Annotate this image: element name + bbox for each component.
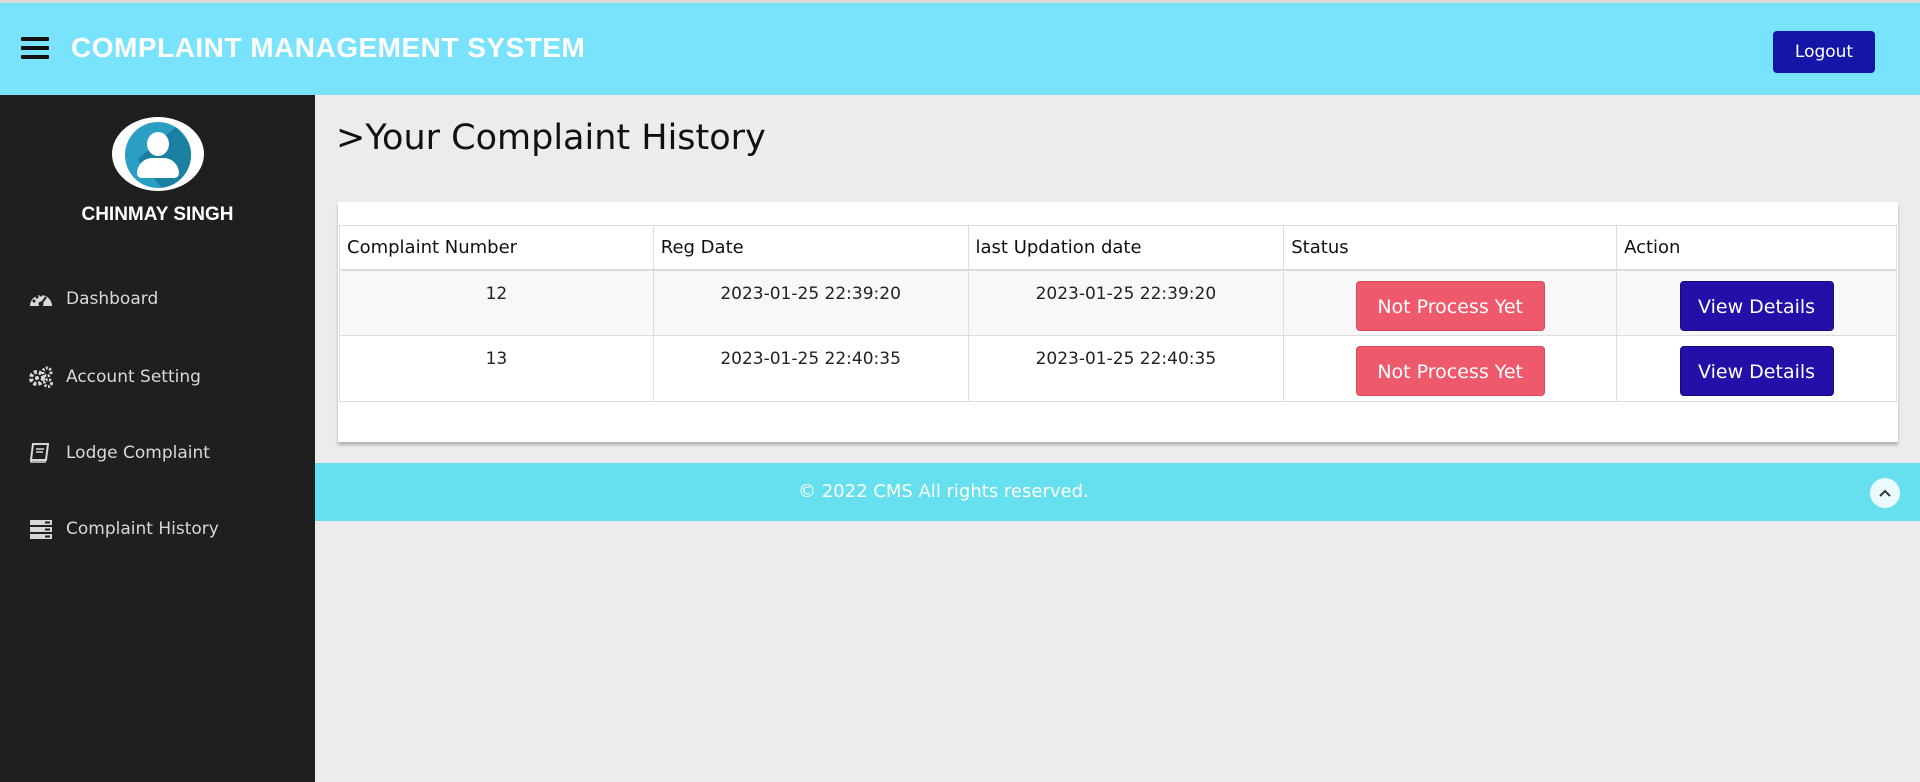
complaint-history-card: Complaint Number Reg Date last Updation … bbox=[338, 202, 1898, 442]
column-header-reg-date: Reg Date bbox=[652, 225, 969, 271]
updation-date-cell: 2023-01-25 22:39:20 bbox=[967, 269, 1285, 336]
book-icon bbox=[28, 442, 54, 464]
status-cell: Not Process Yet bbox=[1283, 335, 1618, 402]
dashboard-icon bbox=[28, 288, 54, 310]
title-chevron: > bbox=[336, 118, 366, 158]
page-title-text: Your Complaint History bbox=[365, 118, 766, 158]
action-cell: View Details bbox=[1616, 335, 1897, 402]
sidebar-item-complaint-history[interactable]: Complaint History bbox=[28, 514, 219, 544]
user-name: CHINMAY SINGH bbox=[81, 204, 234, 225]
sidebar: CHINMAY SINGH Dashboard Account Setting … bbox=[0, 95, 315, 782]
chevron-up-icon[interactable] bbox=[1870, 478, 1900, 508]
sidebar-item-label: Lodge Complaint bbox=[66, 443, 210, 463]
page-title: >Your Complaint History bbox=[336, 118, 766, 158]
sidebar-item-dashboard[interactable]: Dashboard bbox=[28, 284, 158, 314]
logout-button[interactable]: Logout bbox=[1773, 31, 1875, 73]
server-icon bbox=[28, 518, 54, 540]
sidebar-item-label: Dashboard bbox=[66, 289, 159, 309]
action-cell: View Details bbox=[1616, 269, 1897, 336]
reg-date-cell: 2023-01-25 22:40:35 bbox=[652, 335, 969, 402]
view-details-button[interactable]: View Details bbox=[1679, 280, 1834, 331]
complaint-number-cell: 13 bbox=[339, 335, 654, 402]
sidebar-item-label: Complaint History bbox=[66, 519, 219, 539]
sidebar-item-lodge-complaint[interactable]: Lodge Complaint bbox=[28, 438, 210, 468]
status-badge[interactable]: Not Process Yet bbox=[1355, 346, 1545, 396]
column-header-complaint-number: Complaint Number bbox=[339, 225, 654, 271]
gears-icon bbox=[28, 366, 54, 388]
view-details-button[interactable]: View Details bbox=[1679, 346, 1834, 396]
column-header-last-updation-date: last Updation date bbox=[967, 225, 1285, 271]
footer: © 2022 CMS All rights reserved. bbox=[315, 463, 1920, 521]
avatar bbox=[112, 117, 204, 191]
sidebar-item-account-setting[interactable]: Account Setting bbox=[28, 362, 201, 392]
status-cell: Not Process Yet bbox=[1283, 269, 1618, 336]
column-header-status: Status bbox=[1283, 225, 1618, 271]
reg-date-cell: 2023-01-25 22:39:20 bbox=[652, 269, 969, 336]
status-badge[interactable]: Not Process Yet bbox=[1355, 280, 1545, 331]
menu-toggle-icon[interactable] bbox=[21, 37, 49, 59]
table-header-row: Complaint Number Reg Date last Updation … bbox=[339, 225, 1897, 271]
user-avatar-icon bbox=[125, 122, 191, 188]
complaint-number-cell: 12 bbox=[339, 269, 654, 336]
app-title: COMPLAINT MANAGEMENT SYSTEM bbox=[71, 32, 586, 63]
updation-date-cell: 2023-01-25 22:40:35 bbox=[967, 335, 1285, 402]
top-header: COMPLAINT MANAGEMENT SYSTEM Logout bbox=[0, 0, 1920, 95]
sidebar-item-label: Account Setting bbox=[66, 367, 201, 387]
copyright-text: © 2022 CMS All rights reserved. bbox=[798, 481, 1089, 502]
complaint-table: Complaint Number Reg Date last Updation … bbox=[339, 225, 1897, 402]
table-row: 12 2023-01-25 22:39:20 2023-01-25 22:39:… bbox=[339, 269, 1897, 336]
column-header-action: Action bbox=[1616, 225, 1897, 271]
table-row: 13 2023-01-25 22:40:35 2023-01-25 22:40:… bbox=[339, 335, 1897, 402]
